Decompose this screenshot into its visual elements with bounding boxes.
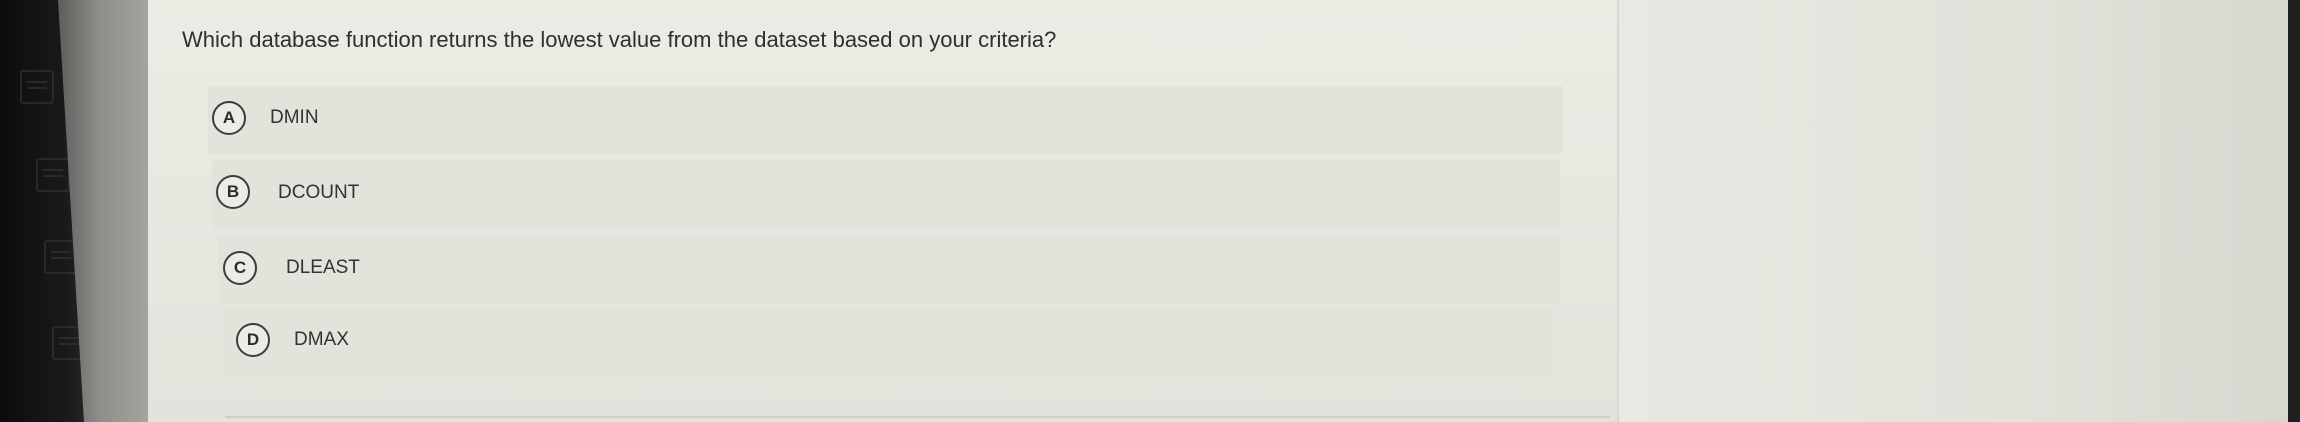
answer-option-b[interactable]: B DCOUNT	[212, 160, 1560, 228]
panel-bottom-rule	[225, 416, 1610, 418]
option-letter-badge: D	[236, 323, 270, 357]
option-label: DLEAST	[286, 257, 360, 278]
desktop-file-icon[interactable]	[20, 70, 54, 104]
answer-option-a[interactable]: A DMIN	[208, 86, 1563, 154]
option-letter-badge: C	[223, 251, 257, 285]
question-text: Which database function returns the lowe…	[182, 27, 1057, 52]
answer-option-d[interactable]: D DMAX	[222, 308, 1554, 376]
desktop-file-icon[interactable]	[36, 158, 70, 192]
right-blank-area	[1619, 0, 2300, 422]
option-label: DMAX	[294, 329, 349, 350]
option-letter-badge: A	[212, 101, 246, 135]
option-letter-badge: B	[216, 175, 250, 209]
answer-option-c[interactable]: C DLEAST	[218, 236, 1560, 304]
option-label: DCOUNT	[278, 182, 360, 203]
option-label: DMIN	[270, 107, 319, 128]
desktop-file-icon[interactable]	[44, 240, 78, 274]
screen-right-edge	[2288, 0, 2300, 422]
